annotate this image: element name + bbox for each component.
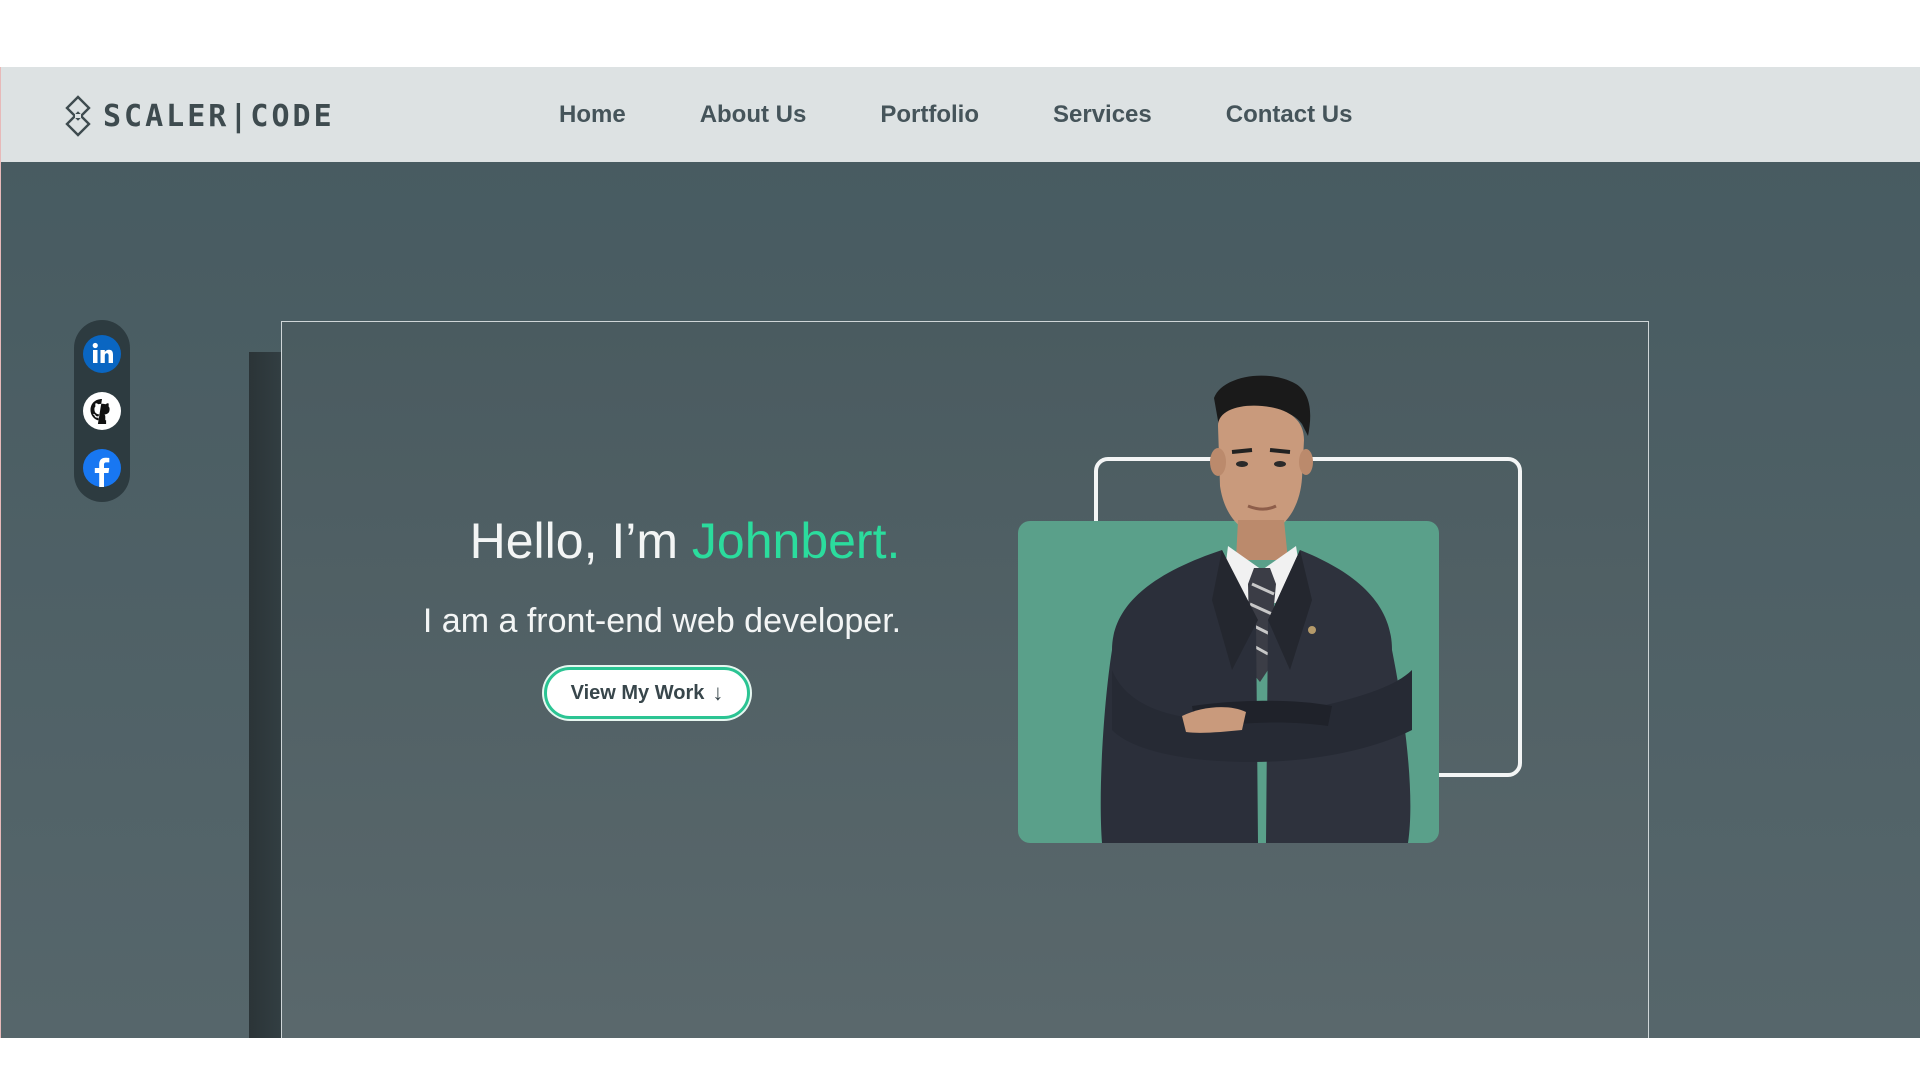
logo-diamond-icon — [65, 95, 91, 137]
hero-subtitle: I am a front-end web developer. — [422, 602, 902, 640]
facebook-icon — [83, 448, 121, 487]
bottom-margin — [0, 1038, 1920, 1080]
top-margin — [0, 0, 1920, 67]
arrow-down-icon: ↓ — [712, 680, 724, 705]
nav-contact-us[interactable]: Contact Us — [1226, 101, 1353, 129]
github-icon — [83, 391, 121, 430]
logo-text: SCALER|CODE — [103, 98, 335, 134]
view-my-work-button[interactable]: View My Work ↓ — [544, 667, 750, 719]
hero-greeting: Hello, I’m Johnbert. — [425, 512, 945, 570]
portrait-image — [1100, 375, 1412, 843]
github-link[interactable] — [81, 390, 123, 432]
nav-menu: Home About Us Portfolio Services Contact… — [559, 67, 1426, 162]
social-links-bar — [74, 320, 130, 502]
navbar: SCALER|CODE Home About Us Portfolio Serv… — [1, 67, 1920, 162]
card-shadow — [249, 352, 281, 1038]
linkedin-link[interactable] — [81, 333, 123, 375]
nav-about-us[interactable]: About Us — [700, 101, 807, 129]
developer-name: Johnbert. — [691, 513, 901, 569]
website-viewport: SCALER|CODE Home About Us Portfolio Serv… — [0, 67, 1920, 1038]
nav-services[interactable]: Services — [1053, 101, 1152, 129]
hero-card: Hello, I’m Johnbert. I am a front-end we… — [281, 321, 1649, 1038]
linkedin-icon — [83, 335, 121, 374]
logo[interactable]: SCALER|CODE — [63, 93, 335, 139]
nav-home[interactable]: Home — [559, 101, 626, 129]
greeting-prefix: Hello, I’m — [469, 513, 692, 569]
facebook-link[interactable] — [81, 447, 123, 489]
nav-portfolio[interactable]: Portfolio — [880, 101, 979, 129]
cta-label: View My Work — [570, 681, 705, 704]
